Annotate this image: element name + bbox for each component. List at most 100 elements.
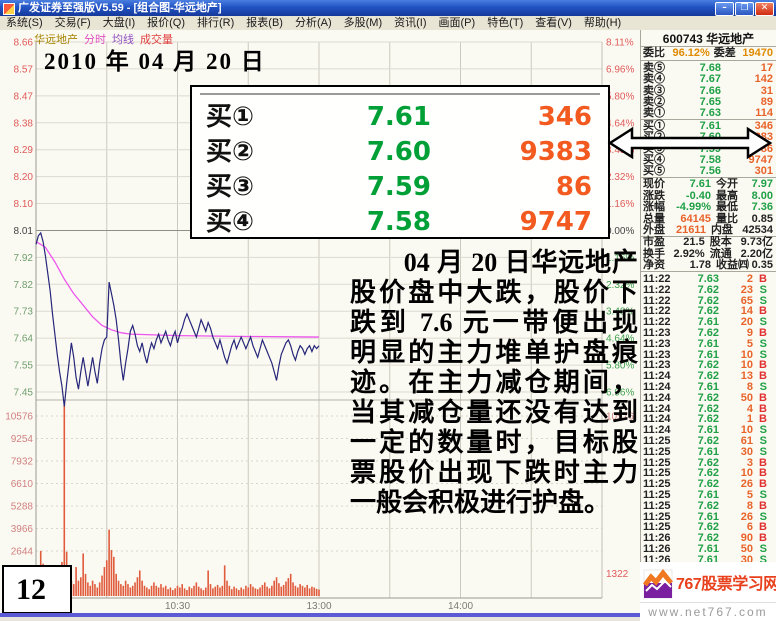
ask-volume: 114	[721, 108, 773, 119]
bid-row[interactable]: 买⑤7.56301	[643, 166, 773, 177]
info-label: 外盘	[643, 225, 667, 236]
ask-level-label: 卖①	[643, 108, 677, 119]
callout-buy-label: 买①	[206, 99, 254, 135]
pct-tick-label: 1.16%	[606, 199, 634, 210]
info-value: 2.92%	[667, 249, 705, 260]
price-tick-label: 8.10	[14, 199, 34, 210]
info-value: 0.85	[750, 214, 773, 225]
pct-tick-label: 2.32%	[606, 172, 634, 183]
info-label: 换手	[643, 249, 667, 260]
menu-item[interactable]: 查看(V)	[529, 16, 578, 30]
minimize-button[interactable]: –	[715, 2, 734, 16]
net767-logo-icon	[643, 569, 673, 599]
info-label: 涨跌	[643, 191, 669, 202]
bid-price: 7.56	[677, 166, 721, 177]
menu-item[interactable]: 特色(T)	[481, 16, 529, 30]
watermark-site-name: 767股票学习网	[676, 570, 776, 594]
ask-volume: 142	[721, 74, 773, 85]
menu-item[interactable]: 帮助(H)	[578, 16, 627, 30]
menu-item[interactable]: 多股(M)	[338, 16, 389, 30]
link-arrow-icon	[604, 122, 776, 166]
weicha-label: 委差	[714, 48, 743, 59]
app-icon	[3, 3, 15, 15]
annotation-line: 迹。在主力减仓期间，	[350, 368, 638, 398]
callout-volume: 9383	[520, 134, 592, 170]
price-tick-label: 8.38	[14, 118, 34, 129]
info-row: 市盈21.5股本9.73亿	[643, 237, 773, 248]
stock-header[interactable]: 600743 华远地产	[641, 32, 776, 46]
info-value: 2.20亿	[741, 249, 773, 260]
annotation-text: 04 月 20 日华远地产股价盘中大跌，股价下跌到 7.6 元一带便出现明显的主…	[350, 248, 638, 518]
callout-price: 7.60	[301, 134, 431, 170]
menu-item[interactable]: 分析(A)	[289, 16, 338, 30]
callout-price: 7.58	[301, 204, 431, 240]
panel-divider	[641, 271, 776, 272]
volume-tick-label: 2644	[11, 547, 34, 558]
title-bar[interactable]: 广发证券至强版V5.59 - [组合图-华远地产] – ❐ ✕	[0, 0, 776, 16]
watermark: 767股票学习网 www.net767.com	[640, 562, 776, 621]
menu-item[interactable]: 大盘(I)	[97, 16, 141, 30]
info-row: 涨幅-4.99%最低7.36	[643, 202, 773, 213]
callout-price: 7.61	[301, 99, 431, 135]
bid-volume: 301	[721, 166, 773, 177]
info-row: 涨跌-0.40最高8.00	[643, 191, 773, 202]
price-tick-label: 7.73	[14, 307, 34, 318]
panel-divider	[641, 60, 776, 61]
volume-tick-label: 5288	[11, 502, 34, 513]
ask-level-label: 卖④	[643, 74, 677, 85]
info-value: 7.36	[750, 202, 773, 213]
pct-tick-label: 5.80%	[606, 91, 634, 102]
price-tick-label: 7.82	[14, 280, 34, 291]
price-tick-label: 7.45	[14, 388, 34, 399]
volume-tick-label: 9254	[11, 434, 34, 445]
menu-item[interactable]: 画面(P)	[433, 16, 482, 30]
callout-row: 买① 7.61 346	[206, 99, 592, 135]
price-tick-label: 8.01	[14, 226, 34, 237]
callout-buy-label: 买④	[206, 204, 254, 240]
weibi-value: 96.12%	[668, 48, 710, 59]
price-tick-label: 8.57	[14, 64, 34, 75]
volume-tick-label-right: 1322	[606, 569, 629, 580]
callout-volume: 86	[556, 169, 592, 205]
price-tick-label: 8.66	[14, 38, 34, 49]
price-tick-label: 8.47	[14, 91, 34, 102]
callout-divider	[200, 93, 600, 95]
weibi-label: 委比	[643, 48, 668, 59]
menu-item[interactable]: 资讯(I)	[388, 16, 432, 30]
menu-item[interactable]: 报价(Q)	[141, 16, 191, 30]
info-value: 64145	[669, 214, 711, 225]
page-number-box: 12	[2, 565, 72, 614]
annotation-line: 票股价出现下跌时主力	[350, 458, 638, 488]
info-value: 21.5	[667, 237, 705, 248]
price-tick-label: 8.29	[14, 145, 34, 156]
window-title: 广发证券至强版V5.59 - [组合图-华远地产]	[18, 0, 222, 16]
info-row: 净资1.78收益㈣0.35	[643, 260, 773, 271]
callout-row: 买③7.5986	[206, 169, 592, 205]
menu-item[interactable]: 交易(F)	[49, 16, 97, 30]
annotation-line: 04 月 20 日华远地产	[350, 248, 638, 278]
close-button[interactable]: ✕	[755, 2, 774, 16]
info-label: 内盘	[711, 225, 742, 236]
info-value: 0.35	[750, 260, 773, 271]
callout-volume: 9747	[520, 204, 592, 240]
info-value: 8.00	[750, 191, 773, 202]
ask-row[interactable]: 卖①7.63114	[643, 108, 773, 119]
watermark-url: www.net767.com	[640, 602, 776, 621]
ask-volume: 31	[721, 86, 773, 97]
time-axis-label: 13:00	[306, 601, 331, 612]
ask-row[interactable]: 卖③7.6631	[643, 86, 773, 97]
quote-panel: 600743 华远地产 委比96.12%委差19470卖⑤7.6817卖④7.6…	[640, 30, 776, 621]
restore-button[interactable]: ❐	[735, 2, 754, 16]
menu-item[interactable]: 系统(S)	[0, 16, 49, 30]
info-row: 换手2.92%流通2.20亿	[643, 249, 773, 260]
ask-price: 7.67	[677, 74, 721, 85]
callout-buy-label: 买②	[206, 134, 254, 170]
price-tick-label: 7.92	[14, 253, 34, 264]
menu-item[interactable]: 报表(B)	[240, 16, 289, 30]
callout-price: 7.59	[301, 169, 431, 205]
menu-item[interactable]: 排行(R)	[191, 16, 240, 30]
ask-row[interactable]: 卖④7.67142	[643, 74, 773, 85]
callout-volume: 346	[538, 99, 592, 135]
pct-tick-label: 6.96%	[606, 64, 634, 75]
price-tick-label: 7.64	[14, 334, 34, 345]
